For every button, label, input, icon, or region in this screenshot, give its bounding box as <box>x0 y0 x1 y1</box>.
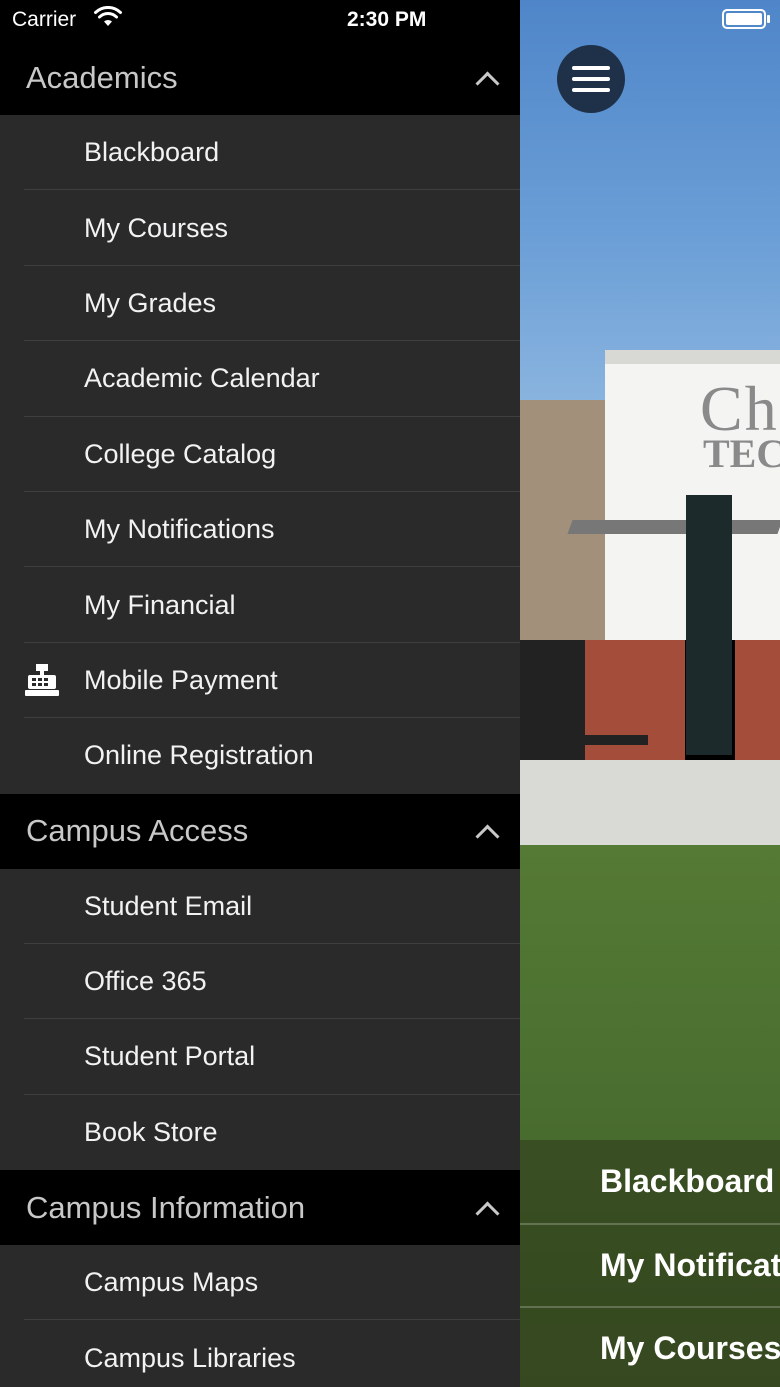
menu-item-my-notifications[interactable]: My Notifications <box>0 492 520 568</box>
menu-item-my-financial[interactable]: My Financial <box>0 567 520 644</box>
menu-item-label: Student Email <box>84 890 253 921</box>
wifi-icon <box>94 6 122 26</box>
chevron-up-icon[interactable] <box>476 1197 498 1219</box>
brick-column <box>585 640 685 765</box>
menu-item-my-grades[interactable]: My Grades <box>0 266 520 342</box>
menu-item-label: Academic Calendar <box>84 363 320 394</box>
section-header-campus-access[interactable]: Campus Access <box>0 793 520 869</box>
menu-item-label: My Financial <box>84 589 236 620</box>
canopy <box>567 520 780 534</box>
chevron-up-icon[interactable] <box>476 820 498 842</box>
hamburger-icon-bar <box>572 88 610 92</box>
menu-item-label: Online Registration <box>84 740 314 771</box>
menu-button[interactable] <box>557 45 625 113</box>
chevron-up-icon[interactable] <box>476 67 498 89</box>
brick-column <box>735 640 780 765</box>
menu-item-student-email[interactable]: Student Email <box>0 869 520 945</box>
menu-item-college-catalog[interactable]: College Catalog <box>0 417 520 493</box>
status-bar: Carrier 2:30 PM <box>0 0 780 40</box>
menu-item-label: College Catalog <box>84 438 277 469</box>
menu-item-office-365[interactable]: Office 365 <box>0 944 520 1020</box>
quick-link-blackboard[interactable]: Blackboard <box>520 1140 780 1223</box>
menu-item-campus-maps[interactable]: Campus Maps <box>0 1245 520 1321</box>
menu-item-label: Blackboard <box>84 137 220 168</box>
menu-item-academic-calendar[interactable]: Academic Calendar <box>0 341 520 417</box>
menu-item-mobile-payment[interactable]: Mobile Payment <box>0 643 520 719</box>
clock: 2:30 PM <box>347 8 427 31</box>
carrier-label: Carrier <box>12 8 77 31</box>
menu-item-label: My Notifications <box>84 514 275 545</box>
cash-register-icon <box>25 664 59 697</box>
menu-item-online-registration[interactable]: Online Registration <box>0 718 520 793</box>
section-title: Campus Information <box>26 1189 306 1225</box>
dark-wall <box>520 640 585 765</box>
hamburger-icon-bar <box>572 66 610 70</box>
menu-item-label: Campus Libraries <box>84 1342 296 1373</box>
menu-item-label: Office 365 <box>84 966 207 997</box>
menu-item-label: Mobile Payment <box>84 664 278 695</box>
sidewalk <box>520 760 780 850</box>
building-sign-line2: TEC <box>703 431 780 476</box>
menu-item-label: My Grades <box>84 287 217 318</box>
battery-icon <box>722 9 766 29</box>
hamburger-icon-bar <box>572 77 610 81</box>
quick-link-my-courses[interactable]: My Courses <box>520 1306 780 1387</box>
menu-item-blackboard[interactable]: Blackboard <box>0 115 520 191</box>
menu-item-student-portal[interactable]: Student Portal <box>0 1019 520 1096</box>
quick-links: Blackboard My Notifications My Courses <box>520 1140 780 1387</box>
menu-item-campus-libraries[interactable]: Campus Libraries <box>0 1320 520 1387</box>
battery-tip <box>767 15 770 23</box>
section-title: Campus Access <box>26 813 249 849</box>
navigation-drawer: Academics Blackboard My Courses My Grade… <box>0 0 520 1387</box>
bench <box>548 735 648 745</box>
glass-entrance <box>686 495 732 755</box>
menu-item-label: Book Store <box>84 1116 218 1147</box>
quick-link-my-notifications[interactable]: My Notifications <box>520 1223 780 1306</box>
menu-item-label: Student Portal <box>84 1041 256 1072</box>
roof-edge <box>605 350 780 364</box>
menu-item-label: Campus Maps <box>84 1267 259 1298</box>
section-title: Academics <box>26 59 178 95</box>
menu-item-label: My Courses <box>84 212 229 243</box>
section-header-campus-information[interactable]: Campus Information <box>0 1170 520 1246</box>
section-header-academics[interactable]: Academics <box>0 40 520 115</box>
menu-item-my-courses[interactable]: My Courses <box>0 190 520 267</box>
menu-item-book-store[interactable]: Book Store <box>0 1095 520 1170</box>
